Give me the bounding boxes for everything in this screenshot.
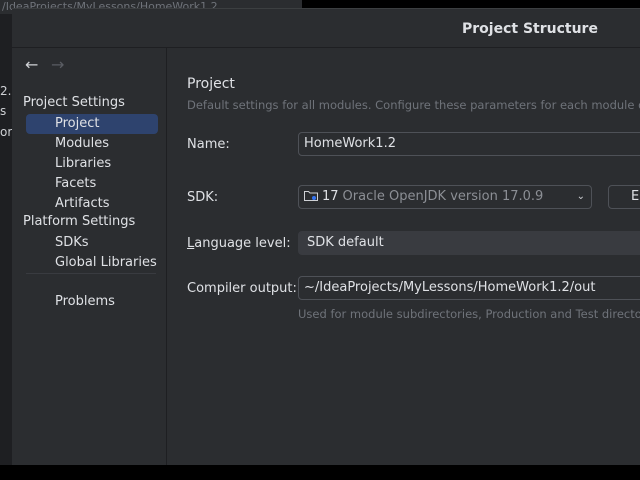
sidebar-item-project[interactable]: Project (26, 114, 158, 134)
dialog-header: Project Structure (12, 9, 640, 48)
sdk-name: Oracle OpenJDK version 17.0.9 (342, 189, 544, 204)
sidebar: ← → Project Settings Project Modules Lib… (12, 48, 167, 465)
sdk-dropdown[interactable]: 17 Oracle OpenJDK version 17.0.9 ⌄ (298, 185, 592, 209)
edit-sdk-button[interactable]: E (608, 185, 640, 209)
panel-title: Project (187, 76, 235, 92)
folder-icon (304, 191, 318, 201)
name-label: Name: (187, 137, 230, 152)
chevron-down-icon: ⌄ (576, 191, 585, 202)
arrow-right-icon[interactable]: → (51, 55, 64, 74)
compiler-output-label: Compiler output: (187, 281, 297, 296)
sidebar-item-sdks[interactable]: SDKs (26, 233, 158, 253)
project-settings-panel: Project Default settings for all modules… (167, 48, 640, 465)
project-settings-heading: Project Settings (23, 95, 125, 110)
sdk-label: SDK: (187, 190, 219, 205)
sdk-version: 17 (322, 189, 339, 204)
language-level-dropdown[interactable]: SDK default (298, 231, 640, 255)
sidebar-item-libraries[interactable]: Libraries (26, 154, 158, 174)
compiler-output-input[interactable]: ~/IdeaProjects/MyLessons/HomeWork1.2/out (298, 276, 640, 300)
compiler-output-hint: Used for module subdirectories, Producti… (298, 307, 640, 321)
project-name-input[interactable]: HomeWork1.2 (298, 132, 640, 156)
sidebar-item-artifacts[interactable]: Artifacts (26, 194, 158, 214)
sidebar-item-modules[interactable]: Modules (26, 134, 158, 154)
sidebar-item-global-libraries[interactable]: Global Libraries (26, 253, 158, 273)
background-text-fragment: or (0, 125, 13, 139)
platform-settings-heading: Platform Settings (23, 214, 136, 229)
arrow-left-icon[interactable]: ← (25, 55, 38, 74)
dialog-title: Project Structure (462, 21, 598, 37)
sidebar-item-problems[interactable]: Problems (26, 292, 158, 312)
sidebar-divider (26, 273, 156, 274)
background-text-fragment: s (0, 104, 7, 118)
panel-description: Default settings for all modules. Config… (187, 98, 640, 112)
project-structure-dialog: Project Structure ← → Project Settings P… (12, 8, 640, 465)
sidebar-item-facets[interactable]: Facets (26, 174, 158, 194)
language-level-label-rest: anguage level: (194, 236, 291, 251)
language-level-label: Language level: (187, 236, 291, 251)
